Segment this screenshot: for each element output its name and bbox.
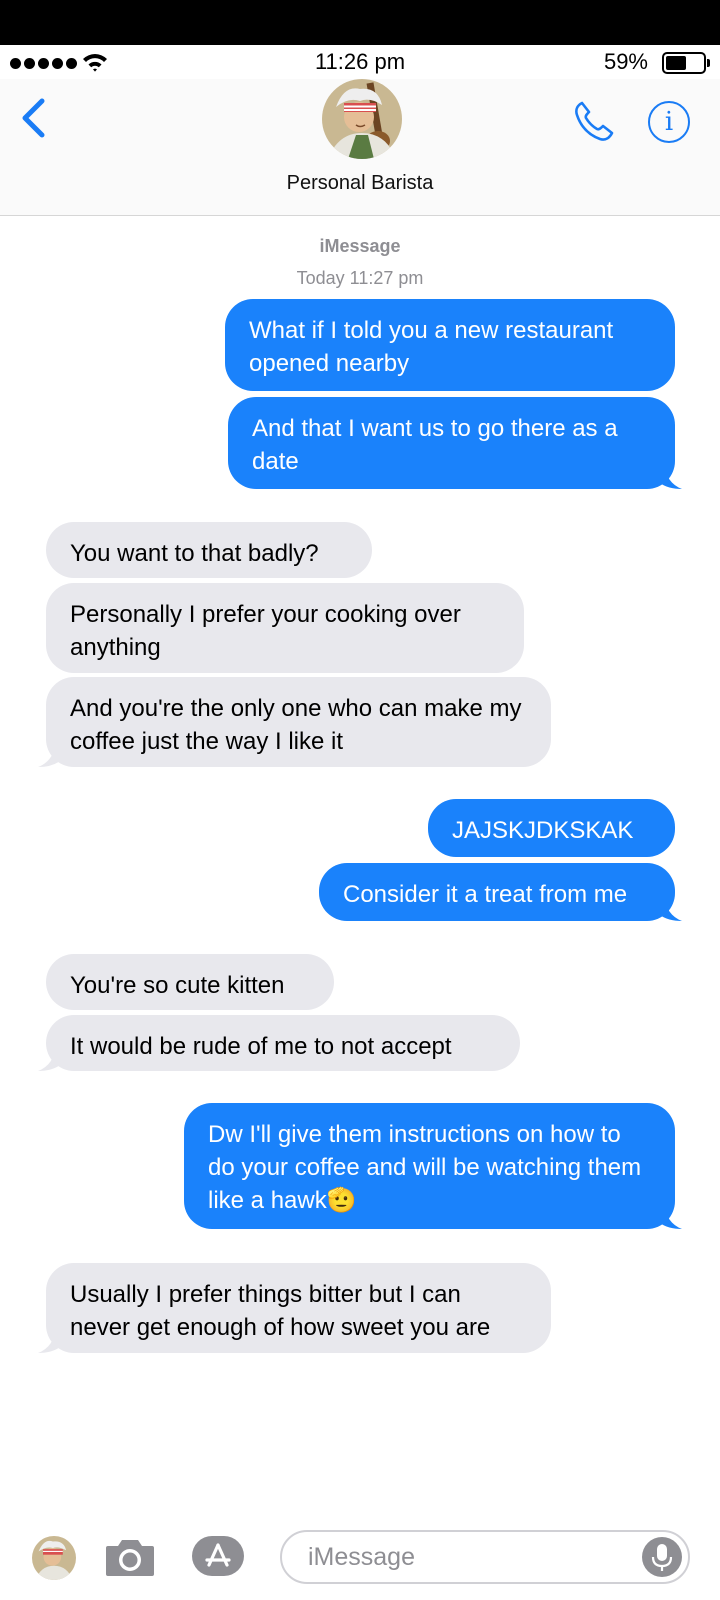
- back-chevron-icon[interactable]: [18, 97, 48, 139]
- battery-icon: [662, 52, 710, 74]
- composer-bar: iMessage: [0, 1504, 720, 1600]
- camera-icon[interactable]: [104, 1536, 156, 1578]
- message-bubble-outgoing[interactable]: And that I want us to go there as a date: [228, 397, 675, 489]
- bubble-tail-incoming: [38, 741, 60, 767]
- message-bubble-incoming[interactable]: You're so cute kitten: [46, 954, 334, 1010]
- phone-icon[interactable]: [572, 99, 616, 143]
- bubble-tail-incoming: [38, 1327, 60, 1353]
- app-store-icon[interactable]: [192, 1536, 244, 1576]
- message-bubble-incoming[interactable]: Usually I prefer things bitter but I can…: [46, 1263, 551, 1353]
- battery-percent: 59%: [603, 49, 648, 74]
- contact-avatar[interactable]: [322, 79, 402, 159]
- memoji-avatar-button[interactable]: [32, 1536, 76, 1580]
- message-bubble-incoming[interactable]: Personally I prefer your cooking over an…: [46, 583, 524, 673]
- battery-fill: [666, 56, 686, 70]
- message-input[interactable]: iMessage: [280, 1530, 690, 1584]
- message-bubble-outgoing[interactable]: What if I told you a new restaurant open…: [225, 299, 675, 391]
- message-bubble-incoming[interactable]: You want to that badly?: [46, 522, 372, 578]
- conversation-timestamp: Today 11:27 pm: [296, 268, 424, 288]
- bubble-tail-outgoing: [660, 895, 682, 921]
- contact-name[interactable]: Personal Barista: [0, 172, 720, 195]
- bubble-tail-incoming: [38, 1045, 60, 1071]
- bubble-tail-outgoing: [660, 463, 682, 489]
- top-black-bar: [0, 0, 720, 45]
- message-input-placeholder: iMessage: [308, 1543, 415, 1571]
- bubble-tail-outgoing: [660, 1203, 682, 1229]
- conversation-header: Personal Barista i: [0, 79, 720, 216]
- info-icon[interactable]: i: [648, 101, 690, 143]
- microphone-icon[interactable]: [642, 1537, 682, 1577]
- message-bubble-incoming[interactable]: It would be rude of me to not accept: [46, 1015, 520, 1071]
- message-bubble-incoming[interactable]: And you're the only one who can make my …: [46, 677, 551, 767]
- message-bubble-outgoing[interactable]: Consider it a treat from me: [319, 863, 675, 921]
- message-bubble-outgoing[interactable]: Dw I'll give them instructions on how to…: [184, 1103, 675, 1229]
- message-bubble-outgoing[interactable]: JAJSKJDKSKAK: [428, 799, 675, 857]
- status-bar: 11:26 pm 59%: [0, 45, 720, 79]
- service-label: iMessage: [319, 236, 401, 256]
